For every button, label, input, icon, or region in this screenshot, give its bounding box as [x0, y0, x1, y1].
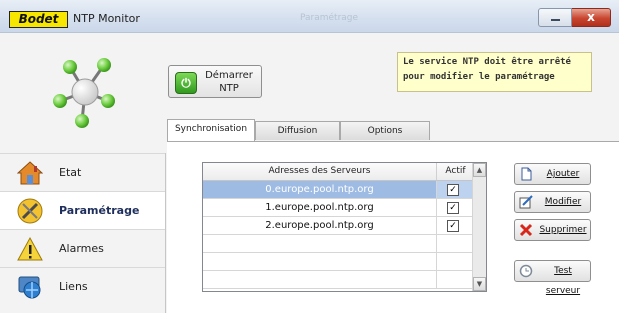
server-address-cell[interactable] [203, 253, 437, 270]
add-server-label: Ajouter [546, 169, 580, 179]
start-label-line1: Démarrer [205, 70, 253, 81]
table-row[interactable]: 1.europe.pool.ntp.org ✓ [203, 199, 474, 217]
test-server-button[interactable]: Test serveur [514, 260, 591, 296]
add-server-button[interactable]: Ajouter [514, 163, 591, 185]
table-row[interactable] [203, 253, 474, 271]
active-cell: ✓ [437, 181, 474, 198]
active-cell [437, 235, 474, 252]
active-checkbox[interactable]: ✓ [447, 202, 459, 214]
globe-link-icon [18, 276, 41, 299]
column-header-active[interactable]: Actif [437, 163, 474, 180]
table-row[interactable]: 2.europe.pool.ntp.org ✓ [203, 217, 474, 235]
warning-icon [17, 236, 43, 261]
table-scrollbar[interactable]: ▲ ▼ [472, 163, 486, 291]
servers-table[interactable]: Adresses des Serveurs Actif 0.europe.poo… [202, 162, 487, 292]
server-address-cell[interactable] [203, 235, 437, 252]
table-row[interactable] [203, 271, 474, 289]
ntp-network-icon [53, 58, 115, 128]
test-clock-icon [519, 264, 533, 278]
delete-server-button[interactable]: Supprimer [514, 219, 591, 241]
minimize-icon [551, 19, 560, 21]
start-label-line2: NTP [219, 83, 239, 94]
tab-options[interactable]: Options [340, 121, 430, 140]
ghost-title: Paramétrage [300, 13, 359, 23]
close-button[interactable]: x [572, 8, 611, 27]
start-ntp-label: Démarrer NTP [199, 69, 259, 95]
sidebar-item-alarmes[interactable]: Alarmes [0, 229, 165, 267]
start-ntp-button[interactable]: ⏻ Démarrer NTP [168, 65, 262, 98]
active-checkbox[interactable]: ✓ [447, 220, 459, 232]
active-cell [437, 253, 474, 270]
table-row[interactable]: 0.europe.pool.ntp.org ✓ [203, 181, 474, 199]
window-title: NTP Monitor [73, 12, 140, 25]
minimize-button[interactable] [538, 8, 572, 27]
column-header-address[interactable]: Adresses des Serveurs [203, 163, 437, 180]
sidebar-item-label: Paramétrage [59, 204, 140, 217]
power-icon: ⏻ [175, 72, 197, 94]
home-icon [17, 161, 43, 185]
sidebar-item-label: Liens [59, 280, 88, 293]
tools-icon [17, 198, 43, 224]
sidebar-item-label: Alarmes [59, 242, 104, 255]
window-controls: x [538, 8, 611, 27]
server-address-cell[interactable]: 2.europe.pool.ntp.org [203, 217, 437, 234]
sidebar-item-etat[interactable]: Etat [0, 153, 165, 191]
sidebar-item-parametrage[interactable]: Paramétrage [0, 191, 165, 229]
title-bar: Bodet NTP Monitor Paramétrage x [0, 0, 619, 33]
new-document-icon [521, 167, 532, 181]
modify-server-label: Modifier [544, 197, 582, 207]
delete-server-label: Supprimer [539, 225, 587, 235]
active-checkbox[interactable]: ✓ [447, 184, 459, 196]
table-row[interactable] [203, 235, 474, 253]
delete-icon [519, 223, 533, 237]
test-server-label: Test serveur [545, 266, 581, 296]
sidebar: Etat Paramétrage Alarmes Liens [0, 153, 166, 313]
server-address-cell[interactable] [203, 271, 437, 288]
service-notice: Le service NTP doit être arrêté pour mod… [397, 52, 592, 92]
tab-diffusion[interactable]: Diffusion [255, 121, 340, 140]
sidebar-item-liens[interactable]: Liens [0, 267, 165, 305]
edit-icon [519, 195, 533, 209]
server-address-cell[interactable]: 0.europe.pool.ntp.org [203, 181, 437, 198]
active-cell: ✓ [437, 199, 474, 216]
server-address-cell[interactable]: 1.europe.pool.ntp.org [203, 199, 437, 216]
scroll-up-icon[interactable]: ▲ [473, 163, 486, 177]
modify-server-button[interactable]: Modifier [514, 191, 591, 213]
tab-synchronisation[interactable]: Synchronisation [167, 119, 255, 141]
active-cell [437, 271, 474, 288]
sidebar-item-label: Etat [59, 166, 82, 179]
table-header: Adresses des Serveurs Actif [203, 163, 474, 181]
scroll-down-icon[interactable]: ▼ [473, 277, 486, 291]
bodet-logo: Bodet [9, 11, 68, 28]
app-window: Bodet NTP Monitor Paramétrage x ⏻ Démarr… [0, 0, 619, 313]
active-cell: ✓ [437, 217, 474, 234]
